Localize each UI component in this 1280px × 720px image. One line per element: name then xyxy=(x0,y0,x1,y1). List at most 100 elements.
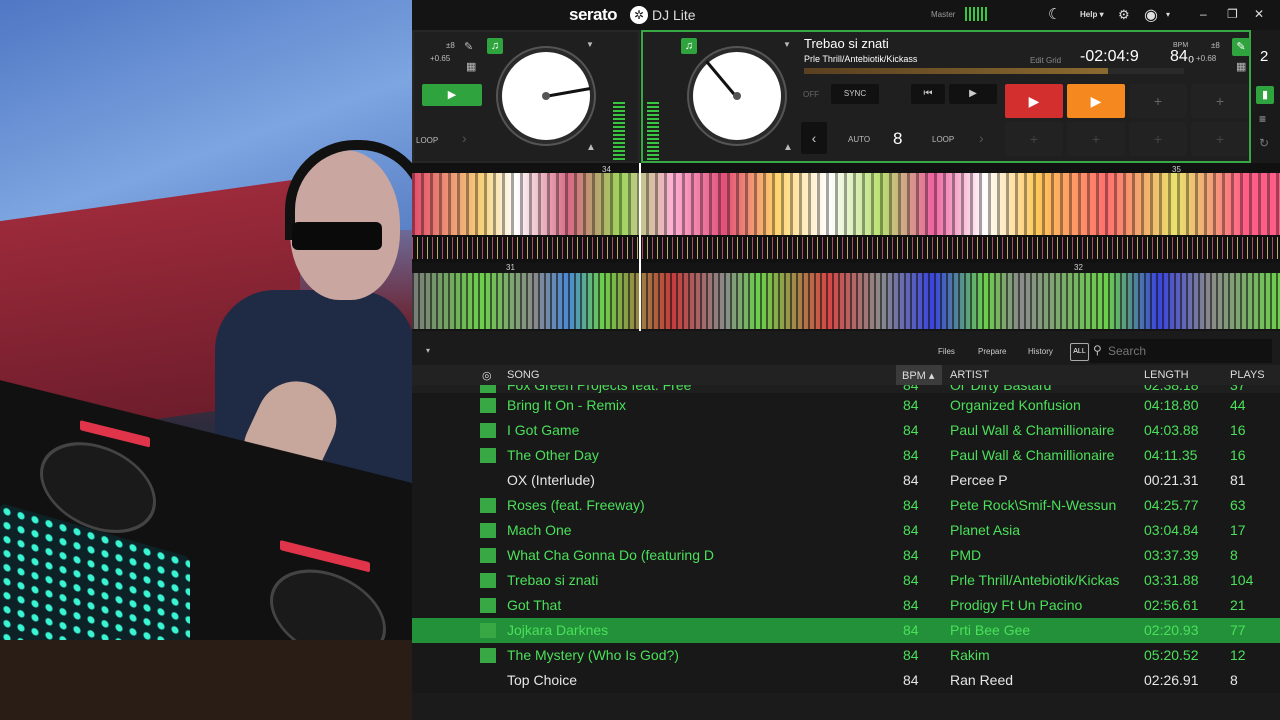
cue-pad-6[interactable]: + xyxy=(1067,122,1125,156)
column-bpm[interactable]: BPM ▴ xyxy=(896,365,942,385)
deck2-track-artist: Prle Thrill/Antebiotik/Kickass xyxy=(804,54,918,64)
deck1-platter[interactable] xyxy=(498,48,594,144)
status-column-icon[interactable]: ◎ xyxy=(482,369,492,382)
cell-bpm: 84 xyxy=(903,422,919,438)
deck2-progress-strip[interactable] xyxy=(804,68,1184,74)
deck2-eject-icon[interactable]: ▲ xyxy=(783,142,793,153)
tab-prepare[interactable]: Prepare xyxy=(978,347,1006,356)
chevron-down-icon[interactable]: ▾ xyxy=(1166,10,1170,19)
music-note-icon[interactable]: ♫ xyxy=(487,38,503,54)
pad-row-right xyxy=(280,539,370,573)
deck2-loop-label[interactable]: LOOP xyxy=(932,135,954,144)
refresh-icon[interactable]: ↻ xyxy=(1259,136,1269,150)
crate-dropdown-icon[interactable]: ▾ xyxy=(426,346,430,355)
table-row[interactable]: Bring It On - Remix 84 Organized Konfusion… xyxy=(412,393,1280,418)
table-row[interactable]: Mach One 84 Planet Asia 03:04.84 17 xyxy=(412,518,1280,543)
played-indicator xyxy=(480,623,496,638)
deck2-time-remaining: -02:04:9 xyxy=(1080,48,1139,65)
minimize-icon[interactable]: – xyxy=(1200,7,1207,21)
edit-grid-button[interactable]: Edit Grid xyxy=(1030,56,1061,65)
deck2-platter-needle xyxy=(705,60,738,98)
maximize-icon[interactable]: ❐ xyxy=(1227,7,1238,21)
cue-pad-3[interactable]: + xyxy=(1129,84,1187,118)
cue-pad-4[interactable]: + xyxy=(1191,84,1249,118)
moon-icon[interactable]: ☾ xyxy=(1048,5,1061,23)
beat-marker: 35 xyxy=(1172,165,1181,174)
deck2-pitch-value: +0.68 xyxy=(1196,54,1217,63)
loop-size[interactable]: 8 xyxy=(893,129,902,149)
deck2-vu-meter xyxy=(647,102,659,162)
cell-length: 04:18.80 xyxy=(1144,397,1199,413)
overview-waveform-detail xyxy=(412,237,1280,259)
deck2-platter[interactable] xyxy=(689,48,785,144)
pencil-icon[interactable]: ✎ xyxy=(1232,38,1250,56)
cell-song: Got That xyxy=(507,597,562,613)
pencil-icon[interactable]: ✎ xyxy=(464,40,473,53)
table-row[interactable]: Roses (feat. Freeway) 84 Pete Rock\Smif-N-… xyxy=(412,493,1280,518)
table-row[interactable]: Top Choice 84 Ran Reed 02:26.91 8 xyxy=(412,668,1280,693)
table-row[interactable]: I Got Game 84 Paul Wall & Chamillionaire 04… xyxy=(412,418,1280,443)
cue-pad-8[interactable]: + xyxy=(1191,122,1249,156)
zoom-waveform[interactable]: 31 32 xyxy=(412,263,1280,331)
tab-files[interactable]: Files xyxy=(938,347,955,356)
deck1-menu-icon[interactable]: ▼ xyxy=(586,40,594,49)
prev-track-button[interactable]: ⏮ xyxy=(911,84,945,104)
cell-plays: 81 xyxy=(1230,472,1246,488)
table-row[interactable]: The Mystery (Who Is God?) 84 Rakim 05:20.52… xyxy=(412,643,1280,668)
help-menu[interactable]: Help ▾ xyxy=(1080,10,1104,19)
deck1-play-button[interactable]: ▶ xyxy=(422,84,482,106)
table-row[interactable]: Fox Green Projects feat. Free 84 Ol' Dirty… xyxy=(412,385,1280,393)
cell-length: 00:21.31 xyxy=(1144,472,1199,488)
column-song[interactable]: SONG xyxy=(507,369,539,381)
list-icon[interactable]: ≡ xyxy=(1259,112,1266,126)
deck1-loop-next-icon[interactable]: › xyxy=(462,130,467,146)
cue-pad-7[interactable]: + xyxy=(1129,122,1187,156)
table-row[interactable]: The Other Day 84 Paul Wall & Chamillionair… xyxy=(412,443,1280,468)
cell-length: 02:56.61 xyxy=(1144,597,1199,613)
played-indicator xyxy=(480,398,496,413)
played-indicator xyxy=(480,523,496,538)
music-note-icon[interactable]: ♫ xyxy=(681,38,697,54)
loop-next-button[interactable]: › xyxy=(979,130,984,146)
sync-button[interactable]: SYNC xyxy=(831,84,879,104)
calendar-icon[interactable]: ▦ xyxy=(466,60,476,73)
table-row[interactable]: Trebao si znati 84 Prle Thrill/Antebiotik/… xyxy=(412,568,1280,593)
deck1-eject-icon[interactable]: ▲ xyxy=(586,142,596,153)
cell-artist: Pete Rock\Smif-N-Wessun xyxy=(950,497,1117,513)
close-icon[interactable]: ✕ xyxy=(1254,7,1264,21)
gear-icon[interactable]: ⚙ xyxy=(1118,7,1130,23)
cue-pad-5[interactable]: + xyxy=(1005,122,1063,156)
cue-pad-2[interactable]: ▶ xyxy=(1067,84,1125,118)
cell-bpm: 84 xyxy=(903,447,919,463)
off-button[interactable]: OFF xyxy=(803,90,819,99)
serato-window: serato ✲ DJ Lite Master ☾ Help ▾ ⚙ ◉ ▾ –… xyxy=(412,0,1280,720)
beat-marker: 34 xyxy=(602,165,611,174)
column-plays[interactable]: PLAYS xyxy=(1230,369,1265,381)
cell-song: I Got Game xyxy=(507,422,580,438)
cell-artist: Prodigy Ft Un Pacino xyxy=(950,597,1083,613)
column-artist[interactable]: ARTIST xyxy=(950,369,989,381)
account-icon[interactable]: ◉ xyxy=(1144,5,1158,25)
table-row[interactable]: Got That 84 Prodigy Ft Un Pacino 02:56.61 21 xyxy=(412,593,1280,618)
deck1-platter-needle xyxy=(544,87,591,98)
deck2-play-button[interactable]: ▶ xyxy=(949,84,997,104)
tab-history[interactable]: History xyxy=(1028,347,1053,356)
table-row[interactable]: What Cha Gonna Do (featuring D 84 PMD 03:37… xyxy=(412,543,1280,568)
cell-length: 04:11.35 xyxy=(1144,447,1198,463)
loop-prev-button[interactable]: ‹ xyxy=(801,122,827,154)
deck2-track-title: Trebao si znati xyxy=(804,36,889,51)
search-filter-all[interactable]: ALL xyxy=(1070,343,1089,361)
table-row[interactable]: OX (Interlude) 84 Percee P 00:21.31 81 xyxy=(412,468,1280,493)
calendar-icon[interactable]: ▦ xyxy=(1236,60,1246,73)
deck2-menu-icon[interactable]: ▼ xyxy=(783,40,791,49)
search-input[interactable] xyxy=(1090,339,1272,363)
cue-pad-1[interactable]: ▶ xyxy=(1005,84,1063,118)
table-row[interactable]: Jojkara Darknes 84 Prti Bee Gee 02:20.93 77 xyxy=(412,618,1280,643)
column-length[interactable]: LENGTH xyxy=(1144,369,1189,381)
chat-icon[interactable]: ▮ xyxy=(1256,86,1274,104)
deck2-bpm: 84₀ xyxy=(1170,48,1195,65)
overview-waveform[interactable]: 34 35 xyxy=(412,163,1280,263)
played-indicator xyxy=(480,573,496,588)
beat-marker: 32 xyxy=(1074,263,1083,272)
deck-2: ♫ ▼ ▲ Trebao si znati Prle Thrill/Antebi… xyxy=(641,30,1251,163)
